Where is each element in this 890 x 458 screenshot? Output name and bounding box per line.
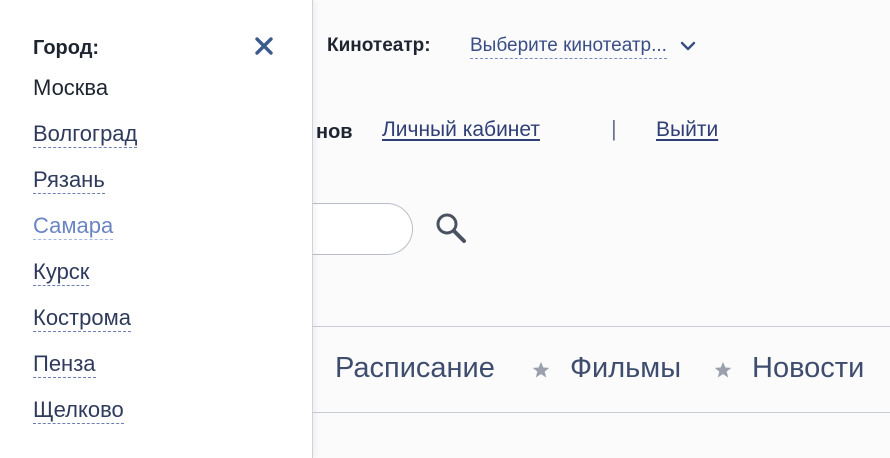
city-item-current: Москва [33, 73, 137, 119]
city-item-label[interactable]: Волгоград [33, 121, 138, 148]
city-dropdown-panel: Город: Москва Волгоград Рязань Самара Ку… [0, 0, 313, 458]
city-item[interactable]: Волгоград [33, 119, 138, 165]
city-panel-title: Город: [33, 37, 100, 59]
nav-item-films[interactable]: Фильмы [570, 352, 681, 385]
city-item[interactable]: Щелково [33, 395, 137, 441]
nav-item-schedule[interactable]: Расписание [335, 352, 495, 385]
city-item[interactable]: Рязань [33, 165, 137, 211]
city-item[interactable]: Курск [33, 257, 137, 303]
search-icon[interactable] [434, 211, 468, 245]
user-name-fragment: нов [316, 121, 353, 143]
city-item-hovered[interactable]: Самара [33, 211, 137, 257]
nav-item-news[interactable]: Новости [752, 352, 864, 385]
city-item-label[interactable]: Курск [33, 259, 90, 286]
city-item-label: Москва [33, 75, 109, 100]
city-item[interactable]: Пенза [33, 349, 137, 395]
cinema-select[interactable]: Выберите кинотеатр... [470, 35, 696, 59]
city-item-label[interactable]: Пенза [33, 351, 96, 378]
city-item-label[interactable]: Щелково [33, 397, 124, 424]
logout-link[interactable]: Выйти [656, 118, 718, 142]
chevron-down-icon [681, 41, 696, 51]
account-link[interactable]: Личный кабинет [382, 118, 540, 142]
cinema-label: Кинотеатр: [327, 35, 431, 56]
star-icon [532, 361, 550, 378]
city-item[interactable]: Кострома [33, 303, 137, 349]
city-item-label[interactable]: Кострома [33, 305, 131, 332]
close-icon[interactable] [254, 36, 274, 56]
city-item-label[interactable]: Рязань [33, 167, 105, 194]
link-separator: | [611, 116, 617, 141]
city-item-label[interactable]: Самара [33, 213, 114, 240]
star-icon [714, 361, 732, 378]
city-list: Москва Волгоград Рязань Самара Курск Кос… [33, 73, 138, 441]
cinema-select-value: Выберите кинотеатр... [470, 35, 667, 59]
